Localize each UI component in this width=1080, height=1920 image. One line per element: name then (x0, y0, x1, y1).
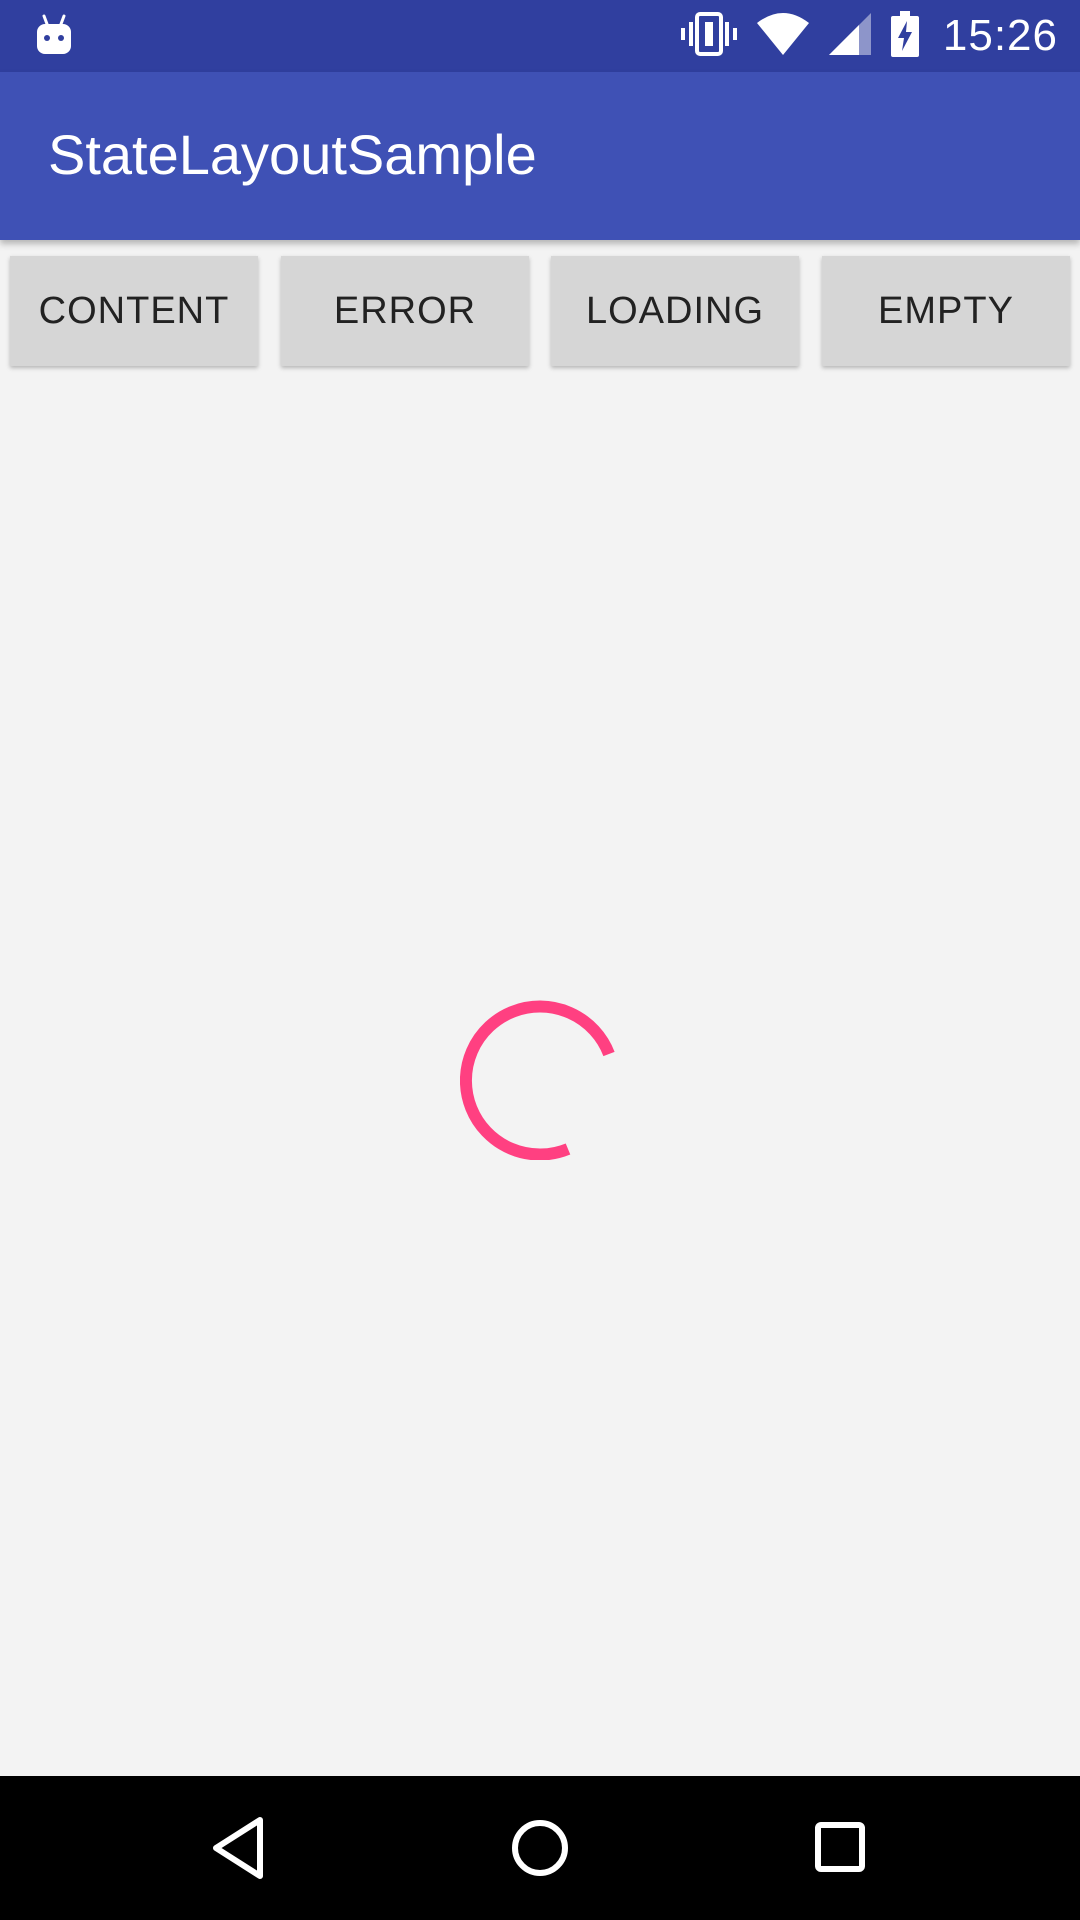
status-bar: 15:26 (0, 0, 1080, 72)
navigation-bar (0, 1776, 1080, 1920)
content-button[interactable]: CONTENT (10, 256, 258, 366)
home-icon[interactable] (500, 1808, 580, 1888)
loading-button[interactable]: LOADING (551, 256, 799, 366)
battery-charging-icon (890, 10, 919, 62)
android-debug-icon (34, 12, 74, 60)
state-button-row: CONTENT ERROR LOADING EMPTY (10, 256, 1070, 366)
cell-signal-icon (828, 12, 871, 60)
toolbar-title: StateLayoutSample (48, 123, 537, 186)
back-icon[interactable] (202, 1808, 282, 1888)
app-screen: 15:26 StateLayoutSample CONTENT ERROR LO… (0, 0, 1080, 1920)
app-toolbar: StateLayoutSample (0, 72, 1080, 240)
recents-icon[interactable] (800, 1808, 880, 1888)
vibrate-icon (680, 11, 737, 61)
status-icons: 15:26 (680, 10, 1058, 62)
status-time: 15:26 (942, 11, 1058, 60)
empty-button[interactable]: EMPTY (822, 256, 1070, 366)
error-button[interactable]: ERROR (281, 256, 529, 366)
wifi-icon (756, 12, 809, 60)
progress-spinner (459, 1000, 620, 1161)
